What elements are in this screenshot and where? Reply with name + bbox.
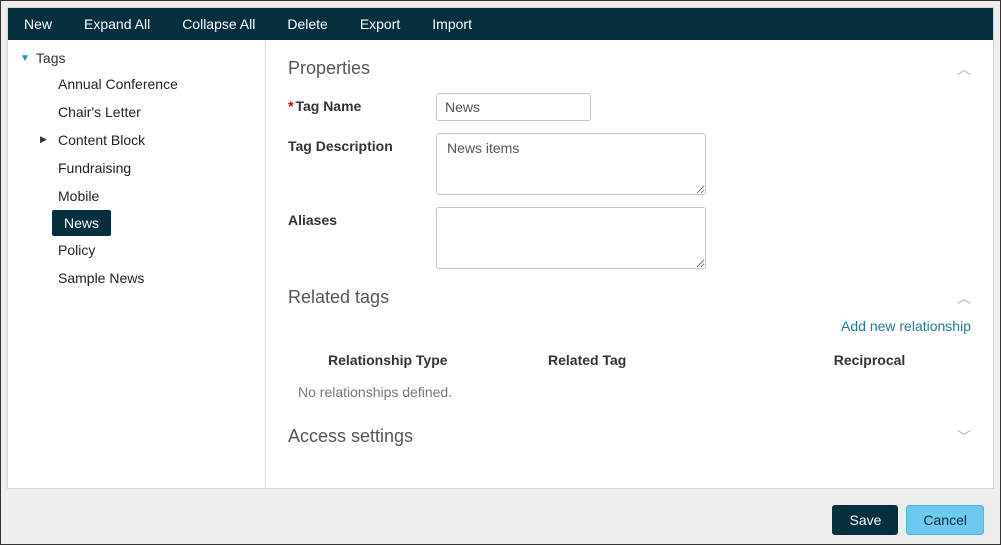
- tree-item-content-block[interactable]: Content Block: [8, 126, 265, 154]
- access-settings-header[interactable]: Access settings ﹀: [288, 418, 971, 455]
- aliases-textarea[interactable]: [436, 207, 706, 269]
- toolbar: New Expand All Collapse All Delete Expor…: [8, 8, 993, 40]
- chevron-up-icon[interactable]: ︿: [957, 59, 971, 79]
- tree-item-mobile[interactable]: Mobile: [8, 182, 265, 210]
- sidebar-tree: ▼ Tags Annual Conference Chair's Letter …: [8, 40, 266, 488]
- tree-item-news[interactable]: News: [52, 210, 111, 236]
- tree-item-annual-conference[interactable]: Annual Conference: [8, 70, 265, 98]
- col-relationship-type: Relationship Type: [288, 352, 548, 368]
- toolbar-delete[interactable]: Delete: [271, 9, 343, 39]
- relationship-table-header: Relationship Type Related Tag Reciprocal: [288, 344, 971, 380]
- tree-item-sample-news[interactable]: Sample News: [8, 264, 265, 292]
- aliases-label: Aliases: [288, 207, 436, 228]
- no-relationships-text: No relationships defined.: [288, 380, 971, 418]
- triangle-down-icon: ▼: [20, 53, 30, 64]
- toolbar-collapse-all[interactable]: Collapse All: [166, 9, 271, 39]
- chevron-up-icon[interactable]: ︿: [957, 288, 971, 308]
- tag-description-textarea[interactable]: News items: [436, 133, 706, 195]
- related-tags-header[interactable]: Related tags ︿: [288, 275, 971, 314]
- tag-name-input[interactable]: [436, 93, 591, 121]
- tag-name-label: *Tag Name: [288, 93, 436, 114]
- cancel-button[interactable]: Cancel: [906, 505, 984, 535]
- required-icon: *: [288, 98, 293, 114]
- col-related-tag: Related Tag: [548, 352, 768, 368]
- toolbar-expand-all[interactable]: Expand All: [68, 9, 166, 39]
- add-new-relationship-link[interactable]: Add new relationship: [288, 314, 971, 344]
- related-tags-heading: Related tags: [288, 287, 389, 308]
- footer-buttons: Save Cancel: [1, 495, 1000, 535]
- tree-item-chairs-letter[interactable]: Chair's Letter: [8, 98, 265, 126]
- chevron-down-icon[interactable]: ﹀: [957, 427, 971, 447]
- access-settings-heading: Access settings: [288, 426, 413, 447]
- save-button[interactable]: Save: [832, 505, 898, 535]
- content-panel: Properties ︿ *Tag Name Tag Description N…: [266, 40, 993, 488]
- tag-description-label: Tag Description: [288, 133, 436, 154]
- tree-root-tags[interactable]: ▼ Tags: [8, 46, 265, 70]
- toolbar-new[interactable]: New: [8, 9, 68, 39]
- col-reciprocal: Reciprocal: [768, 352, 971, 368]
- toolbar-export[interactable]: Export: [344, 9, 416, 39]
- properties-heading: Properties: [288, 58, 370, 79]
- tree-item-policy[interactable]: Policy: [8, 236, 265, 264]
- tree-root-label: Tags: [36, 50, 66, 66]
- toolbar-import[interactable]: Import: [416, 9, 488, 39]
- tree-item-fundraising[interactable]: Fundraising: [8, 154, 265, 182]
- properties-header[interactable]: Properties ︿: [288, 50, 971, 87]
